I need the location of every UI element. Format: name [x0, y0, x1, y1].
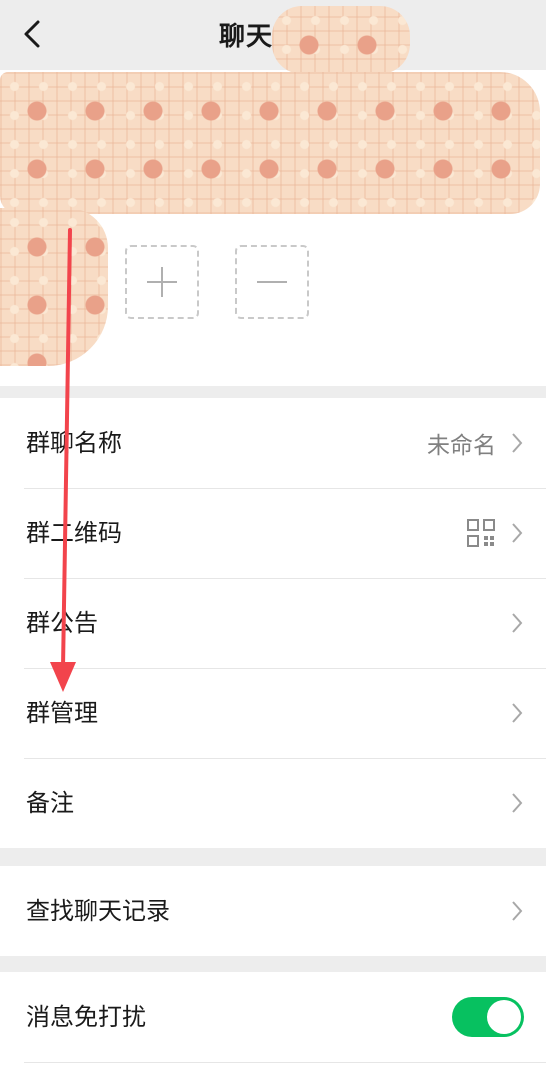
privacy-sticker [0, 72, 540, 214]
chevron-right-icon [512, 613, 523, 633]
row-label: 查找聊天记录 [26, 897, 170, 925]
group-name-value: 未命名 [427, 433, 496, 459]
toggle-knob [487, 1000, 521, 1034]
row-label: 群管理 [26, 699, 98, 727]
group-name-row[interactable]: 群聊名称 未命名 [0, 398, 546, 488]
minus-icon [257, 281, 287, 283]
row-label: 群二维码 [26, 519, 122, 547]
row-label: 备注 [26, 789, 74, 817]
search-history-row[interactable]: 查找聊天记录 [0, 866, 546, 956]
plus-icon [147, 267, 177, 297]
group-qr-row[interactable]: 群二维码 [0, 488, 546, 578]
row-label: 消息免打扰 [26, 1003, 146, 1031]
chevron-right-icon [512, 793, 523, 813]
privacy-sticker [272, 6, 410, 74]
mute-toggle[interactable] [452, 997, 524, 1037]
remove-member-button[interactable] [235, 245, 309, 319]
group-notice-row[interactable]: 群公告 [0, 578, 546, 668]
privacy-sticker [0, 208, 108, 366]
chevron-right-icon [512, 523, 523, 543]
divider [24, 1062, 546, 1063]
remark-row[interactable]: 备注 [0, 758, 546, 848]
chevron-right-icon [512, 433, 523, 453]
settings-group-1: 群聊名称 未命名 群二维码 群公告 群管理 备注 [0, 398, 546, 848]
settings-group-2: 查找聊天记录 [0, 866, 546, 956]
add-member-button[interactable] [125, 245, 199, 319]
chevron-right-icon [512, 901, 523, 921]
chevron-right-icon [512, 703, 523, 723]
group-manage-row[interactable]: 群管理 [0, 668, 546, 758]
settings-group-3: 消息免打扰 [0, 972, 546, 1080]
qr-code-icon [467, 519, 495, 547]
row-label: 群聊名称 [26, 429, 122, 457]
mute-row: 消息免打扰 [0, 972, 546, 1062]
row-label: 群公告 [26, 609, 98, 637]
